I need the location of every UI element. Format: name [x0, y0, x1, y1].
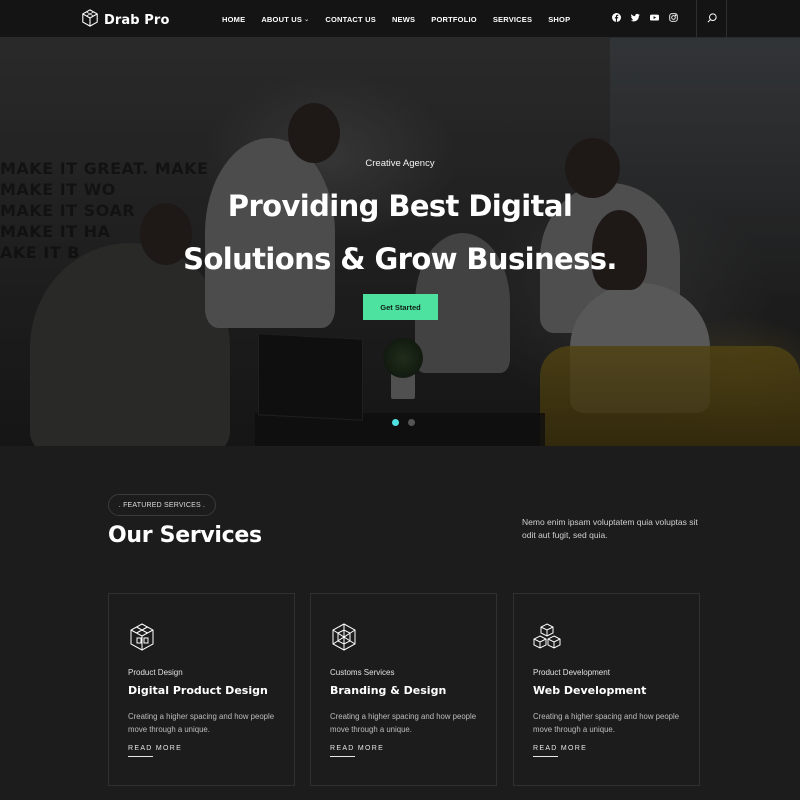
card-category: Product Design: [128, 668, 183, 677]
youtube-icon[interactable]: [650, 13, 659, 22]
cubes-icon: [533, 622, 561, 652]
services-title: Our Services: [108, 523, 262, 548]
twitter-icon[interactable]: [631, 13, 640, 22]
get-started-button[interactable]: Get Started: [363, 294, 438, 320]
card-title: Digital Product Design: [128, 684, 268, 697]
nav-item-home[interactable]: HOME: [222, 15, 245, 24]
nav-item-about-us[interactable]: ABOUT US ⌄: [261, 15, 309, 24]
service-card: Customs Services Branding & Design Creat…: [310, 593, 497, 786]
nav-item-portfolio[interactable]: PORTFOLIO: [431, 15, 477, 24]
chevron-down-icon: ⌄: [304, 16, 310, 23]
main-nav: HOME ABOUT US ⌄ CONTACT US NEWS PORTFOLIO…: [222, 0, 586, 38]
nav-item-news[interactable]: NEWS: [392, 15, 415, 24]
read-more-underline: [330, 756, 355, 757]
nav-label: CONTACT US: [325, 14, 376, 24]
search-button[interactable]: [696, 0, 727, 38]
read-more-link[interactable]: READ MORE: [330, 745, 384, 752]
hero-title: Providing Best Digital Solutions & Grow …: [0, 180, 800, 286]
logo-icon: [81, 9, 99, 32]
slider-dot-2[interactable]: [408, 419, 415, 426]
card-title: Web Development: [533, 684, 647, 697]
nav-label: SHOP: [548, 14, 571, 24]
card-text: Creating a higher spacing and how people…: [128, 712, 275, 734]
hero-title-line-2: Solutions & Grow Business.: [183, 242, 617, 276]
featured-services-badge: . FEATURED SERVICES .: [108, 494, 216, 516]
card-category: Customs Services: [330, 668, 395, 677]
card-category: Product Development: [533, 668, 610, 677]
nav-label: HOME: [222, 14, 246, 24]
nav-label: NEWS: [391, 14, 416, 24]
service-card: Product Design Digital Product Design Cr…: [108, 593, 295, 786]
hero-title-line-1: Providing Best Digital: [227, 189, 573, 223]
cube-stack-icon: [128, 622, 156, 652]
social-links: [612, 13, 678, 22]
slider-dot-1[interactable]: [392, 419, 399, 426]
facebook-icon[interactable]: [612, 13, 621, 22]
slider-dots: [392, 419, 415, 426]
read-more-link[interactable]: READ MORE: [128, 745, 182, 752]
search-icon: [706, 10, 717, 28]
read-more-link[interactable]: READ MORE: [533, 745, 587, 752]
card-text: Creating a higher spacing and how people…: [533, 712, 680, 734]
hero-slider: MAKE IT GREAT. MAKE MAKE IT WO MAKE IT SOA…: [0, 38, 800, 446]
cube-cross-icon: [330, 622, 358, 652]
card-text: Creating a higher spacing and how people…: [330, 712, 477, 734]
nav-label: SERVICES: [492, 14, 533, 24]
card-title: Branding & Design: [330, 684, 447, 697]
nav-label: ABOUT US: [261, 14, 303, 24]
site-header: Drab Pro HOME ABOUT US ⌄ CONTACT US NEWS …: [0, 0, 800, 38]
service-card: Product Development Web Development Crea…: [513, 593, 700, 786]
nav-item-services[interactable]: SERVICES: [493, 15, 532, 24]
nav-item-contact-us[interactable]: CONTACT US: [325, 15, 376, 24]
nav-item-shop[interactable]: SHOP: [548, 15, 570, 24]
brand-name: Drab Pro: [104, 13, 170, 28]
nav-label: PORTFOLIO: [431, 14, 477, 24]
services-description: Nemo enim ipsam voluptatem quia voluptas…: [522, 517, 698, 540]
hero-content: Creative Agency Providing Best Digital S…: [0, 38, 800, 446]
read-more-underline: [128, 756, 153, 757]
hero-subtitle: Creative Agency: [365, 158, 435, 169]
logo[interactable]: Drab Pro: [81, 9, 169, 32]
instagram-icon[interactable]: [669, 13, 678, 22]
read-more-underline: [533, 756, 558, 757]
